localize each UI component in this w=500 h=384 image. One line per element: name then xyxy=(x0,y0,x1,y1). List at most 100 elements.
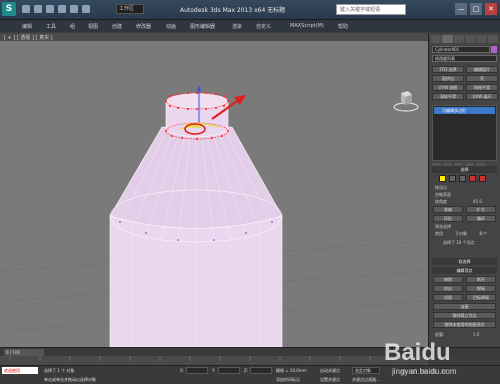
tab-utilities[interactable] xyxy=(487,35,498,43)
stack-item-editable-poly[interactable]: 可编辑多边形 xyxy=(434,107,495,114)
vertex-level-icon[interactable] xyxy=(439,175,446,182)
by-vertex-checkbox[interactable]: 按顶点 xyxy=(435,185,447,191)
ring-button[interactable]: 环形 xyxy=(433,215,463,222)
chamfer-button[interactable]: 切角 xyxy=(433,294,463,301)
menu-maxscript[interactable]: MAXScript(M) xyxy=(290,23,324,29)
element-level-icon[interactable] xyxy=(479,175,486,182)
selection-status: 选择了 1 个 对象 xyxy=(44,368,75,373)
preview-subobject-radio[interactable]: 子对象 xyxy=(455,231,467,237)
menu-help[interactable]: 帮助 xyxy=(338,23,348,30)
workspace-dropdown[interactable]: 工作区 xyxy=(116,4,144,14)
tab-motion[interactable] xyxy=(464,35,476,43)
tab-modify[interactable] xyxy=(442,35,453,43)
object-name-field[interactable]: Cylinder001 xyxy=(432,46,490,53)
face-extrude-button[interactable]: 面挤出 xyxy=(432,75,464,82)
grow-button[interactable]: 扩大 xyxy=(466,206,496,213)
save-file-icon[interactable] xyxy=(46,5,54,13)
remove-button[interactable]: 移除 xyxy=(433,276,463,283)
menu-rendering[interactable]: 渲染 xyxy=(232,23,242,30)
menu-graph-editors[interactable]: 图形编辑器 xyxy=(190,23,215,30)
edge-level-icon[interactable] xyxy=(449,175,456,182)
new-file-icon[interactable] xyxy=(22,5,30,13)
tab-create[interactable] xyxy=(431,35,442,43)
menu-customize[interactable]: 自定义 xyxy=(256,23,271,30)
selection-rollout-header[interactable]: 选择 xyxy=(432,166,497,173)
uvw-map-button[interactable]: UVW 贴图 xyxy=(432,84,464,91)
break-button[interactable]: 断开 xyxy=(466,276,496,283)
shrink-button[interactable]: 收缩 xyxy=(433,206,463,213)
selected-set-dropdown[interactable]: 选定对象 xyxy=(352,367,380,374)
remove-unused-map-verts-button[interactable]: 移除未使用的贴图顶点 xyxy=(433,321,496,328)
track-ticks xyxy=(9,356,401,361)
tab-hierarchy[interactable] xyxy=(453,35,464,43)
maximize-button[interactable]: □ xyxy=(470,3,482,15)
viewport-label-bar: [ + ] [ 透视 ] [ 真实 ] xyxy=(0,33,428,41)
weld-button[interactable]: 焊接 xyxy=(466,285,496,292)
menu-group[interactable]: 组 xyxy=(70,23,75,30)
target-weld-button[interactable]: 目标焊接 xyxy=(466,294,496,301)
polygon-level-icon[interactable] xyxy=(469,175,476,182)
search-input[interactable]: 键入关键字或短语 xyxy=(336,4,406,15)
project-folder-icon[interactable] xyxy=(82,5,90,13)
connect-button[interactable]: 连接 xyxy=(433,303,496,310)
menu-bar: 编辑 工具 组 视图 创建 修改器 动画 图形编辑器 渲染 自定义 MAXScr… xyxy=(0,20,500,32)
prompt-line: 单击或单击并拖动以选择对象 xyxy=(44,377,96,382)
menu-create[interactable]: 创建 xyxy=(112,23,122,30)
open-file-icon[interactable] xyxy=(34,5,42,13)
meshsmooth-button[interactable]: 网格平滑 xyxy=(466,84,498,91)
maxscript-listener[interactable]: 欢迎使用 xyxy=(2,367,38,374)
extrude-button[interactable]: 挤出 xyxy=(433,285,463,292)
tab-display[interactable] xyxy=(476,35,487,43)
set-key-button[interactable]: 设置关键点 xyxy=(320,376,340,383)
by-angle-checkbox[interactable]: 按角度 xyxy=(435,199,447,205)
auto-key-button[interactable]: 自动关键点 xyxy=(320,367,340,374)
remove-isolated-vertices-button[interactable]: 移除孤立顶点 xyxy=(433,312,496,319)
turbosmooth-button[interactable]: 涡轮平滑 xyxy=(432,93,464,100)
menu-animation[interactable]: 动画 xyxy=(166,23,176,30)
key-filters-button[interactable]: 关键点过滤器... xyxy=(352,376,380,383)
x-coord-field[interactable] xyxy=(186,367,208,374)
bottle-mesh xyxy=(109,92,283,347)
track-bar[interactable] xyxy=(0,356,428,365)
time-slider[interactable]: 0 / 100 xyxy=(4,349,44,356)
preview-off-radio[interactable]: 禁用 xyxy=(435,231,443,237)
z-coord-field[interactable] xyxy=(250,367,272,374)
subobject-level-icons xyxy=(439,175,486,182)
menu-tools[interactable]: 工具 xyxy=(46,23,56,30)
edit-vertices-rollout-header[interactable]: 编辑顶点 xyxy=(432,267,497,274)
menu-edit[interactable]: 编辑 xyxy=(22,23,32,30)
undo-icon[interactable] xyxy=(58,5,66,13)
minimize-button[interactable]: — xyxy=(455,3,467,15)
object-color-swatch[interactable] xyxy=(491,46,497,53)
redo-icon[interactable] xyxy=(70,5,78,13)
menu-modifiers[interactable]: 修改器 xyxy=(136,23,151,30)
watermark-url: jingyan.baidu.com xyxy=(391,367,457,376)
add-time-tag[interactable]: 添加时间标记 xyxy=(276,376,300,383)
modifier-list-dropdown[interactable]: 修改器列表 xyxy=(432,55,497,62)
viewport-label[interactable]: [ + ] [ 透视 ] [ 真实 ] xyxy=(4,34,53,41)
preview-multi-radio[interactable]: 多个 xyxy=(479,231,487,237)
preview-selection-label: 预览选择 xyxy=(435,224,451,229)
edit-patch-button[interactable]: 编辑面片 xyxy=(466,66,498,73)
loop-button[interactable]: 循环 xyxy=(466,215,496,222)
z-coord-label: Z: xyxy=(244,368,249,373)
command-panel-tabs xyxy=(431,35,498,43)
soft-selection-rollout-header[interactable]: 软选择 xyxy=(432,258,497,265)
angle-spinner[interactable]: 45.0 xyxy=(473,199,482,204)
menu-view[interactable]: 视图 xyxy=(88,23,98,30)
close-button[interactable]: ✕ xyxy=(485,3,497,15)
x-coord-label: X: xyxy=(180,368,185,373)
shell-button[interactable]: 壳 xyxy=(466,75,498,82)
viewcube-icon[interactable] xyxy=(392,86,420,114)
baidu-watermark: Baidu jingyan.baidu.com xyxy=(384,339,457,376)
unwrap-uvw-button[interactable]: UVW 展开 xyxy=(466,93,498,100)
border-level-icon[interactable] xyxy=(459,175,466,182)
ffd-select-button[interactable]: FFD 选择 xyxy=(432,66,464,73)
perspective-viewport[interactable] xyxy=(0,41,428,347)
viewport-canvas[interactable] xyxy=(0,41,428,347)
app-logo[interactable]: S xyxy=(2,2,16,16)
window-title: Autodesk 3ds Max 2013 x64 无标题 xyxy=(180,7,286,14)
y-coord-field[interactable] xyxy=(218,367,240,374)
ignore-backfacing-checkbox[interactable]: 忽略背面 xyxy=(435,192,451,198)
command-panel: Cylinder001 修改器列表 FFD 选择 编辑面片 面挤出 壳 UVW … xyxy=(428,33,500,347)
